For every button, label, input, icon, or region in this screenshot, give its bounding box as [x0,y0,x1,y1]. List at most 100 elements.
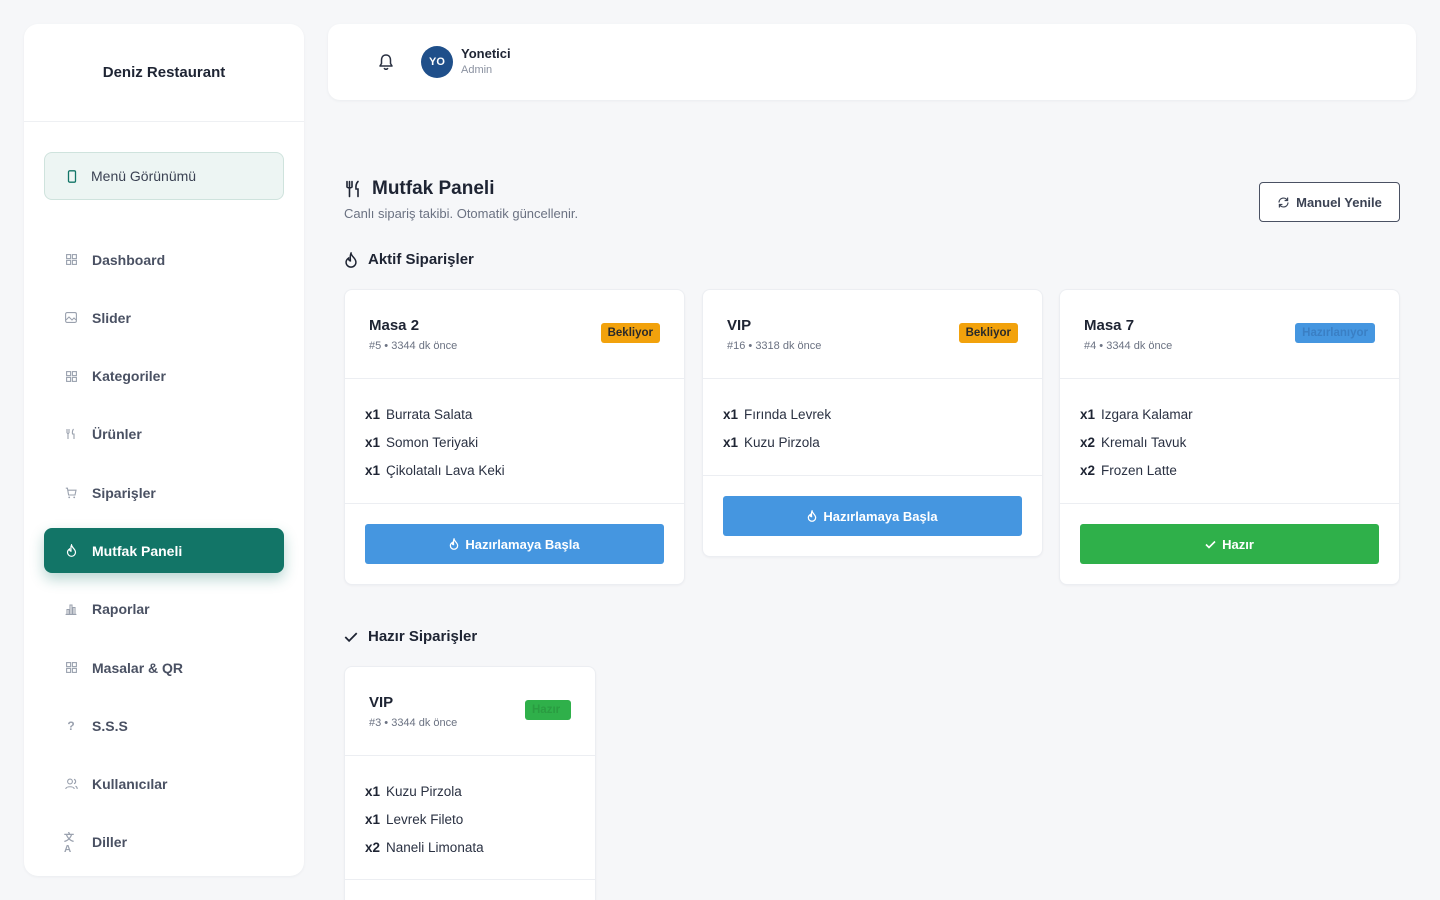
item-name: Frozen Latte [1101,462,1177,478]
question-icon: ? [67,718,75,733]
order-items: x1 Kuzu Pirzola x1 Levrek Fileto x2 Naneli … [345,756,595,861]
flame-icon [345,251,357,268]
order-item: x2 Naneli Limonata [365,833,575,861]
order-item: x2 Kremalı Tavuk [1080,428,1379,456]
action-label: Hazırlamaya Başla [823,508,938,524]
sidebar-item-masalar-qr[interactable]: Masalar & QR [44,645,284,690]
order-card: Masa 7 #4 • 3344 dk önce Hazırlanıyor x1… [1059,289,1400,585]
order-item: x1 Kuzu Pirzola [723,428,1022,456]
sidebar-item-kategoriler[interactable]: Kategoriler [44,354,284,399]
item-qty: x1 [723,406,739,422]
manual-refresh-button[interactable]: Manuel Yenile [1259,182,1400,222]
page-title: Mutfak Paneli [344,178,494,200]
sidebar-item-label: Slider [92,309,131,326]
item-name: Kremalı Tavuk [1101,434,1187,450]
order-meta: #5 • 3344 dk önce [369,340,458,352]
order-table-name: Masa 7 [1084,317,1135,334]
action-label: Hazır [1222,536,1254,552]
item-name: Levrek Fileto [386,811,464,827]
order-item: x1 Fırında Levrek [723,400,1022,428]
ready-button[interactable]: Hazır [1080,524,1379,564]
translate-icon: 文A [64,833,74,856]
sidebar-item-label: Mutfak Paneli [92,542,183,559]
user-role: Admin [461,64,493,76]
menu-view-label: Menü Görünümü [91,168,197,184]
brand-name: Deniz Restaurant [24,24,304,122]
order-card-footer: Hazır [1060,503,1399,584]
item-qty: x2 [365,839,381,855]
flame-icon [808,510,817,522]
sidebar: Deniz Restaurant Menü Görünümü Dashboard… [24,24,304,876]
sidebar-item-urunler[interactable]: Ürünler [44,412,284,457]
order-card: VIP #16 • 3318 dk önce Bekliyor x1 Fırınd… [702,289,1043,557]
action-label: Hazırlamaya Başla [465,536,580,552]
sidebar-item-label: Ürünler [92,426,142,443]
topbar: YO Yonetici Admin [328,24,1416,100]
sidebar-item-mutfak-paneli[interactable]: Mutfak Paneli [44,528,284,574]
sidebar-item-siparisler[interactable]: Siparişler [44,470,284,515]
grid-icon [64,661,78,675]
order-card-footer: Hazırlamaya Başla [345,503,684,584]
order-meta: #3 • 3344 dk önce [369,717,458,729]
item-name: Çikolatalı Lava Keki [386,462,505,478]
order-card-footer [345,879,595,900]
check-icon [1205,540,1216,549]
order-table-name: Masa 2 [369,317,420,334]
order-item: x1 Çikolatalı Lava Keki [365,456,664,484]
order-card-header: VIP #16 • 3318 dk önce Bekliyor [703,290,1042,379]
sidebar-item-label: Raporlar [92,601,150,618]
order-card-header: Masa 7 #4 • 3344 dk önce Hazırlanıyor [1060,290,1399,379]
item-qty: x2 [1080,462,1096,478]
sidebar-item-label: Kullanıcılar [92,776,168,793]
utensils-icon [346,180,359,198]
grid-icon [64,253,78,267]
start-preparing-button[interactable]: Hazırlamaya Başla [365,524,664,564]
sidebar-item-label: S.S.S [92,717,128,734]
sidebar-item-label: Kategoriler [92,368,166,385]
order-meta: #4 • 3344 dk önce [1084,340,1173,352]
check-icon [344,632,358,642]
menu-view-button[interactable]: Menü Görünümü [44,152,284,200]
item-qty: x2 [1080,434,1096,450]
item-qty: x1 [365,406,381,422]
sidebar-item-label: Siparişler [92,484,156,501]
order-card: Masa 2 #5 • 3344 dk önce Bekliyor x1 Burr… [344,289,685,585]
bell-icon[interactable] [376,52,396,72]
utensils-icon [64,427,78,441]
order-item: x1 Burrata Salata [365,400,664,428]
start-preparing-button[interactable]: Hazırlamaya Başla [723,496,1022,536]
order-item: x2 Frozen Latte [1080,456,1379,484]
flame-icon [450,538,459,550]
item-qty: x1 [365,783,381,799]
phone-icon [67,169,77,183]
order-item: x1 Somon Teriyaki [365,428,664,456]
active-orders-title: Aktif Siparişler [344,251,474,268]
order-item: x1 Izgara Kalamar [1080,400,1379,428]
page-title-text: Mutfak Paneli [372,178,495,199]
item-name: Izgara Kalamar [1101,406,1193,422]
item-name: Kuzu Pirzola [386,783,462,799]
image-icon [64,311,78,325]
order-card: VIP #3 • 3344 dk önce Hazır x1 Kuzu Pirzo… [344,666,596,900]
order-table-name: VIP [727,317,752,334]
ready-orders-title: Hazır Siparişler [344,628,477,645]
order-card-footer: Hazırlamaya Başla [703,475,1042,556]
item-name: Somon Teriyaki [386,434,479,450]
cart-icon [64,486,78,500]
avatar[interactable]: YO [421,46,453,78]
sidebar-item-kullanicilar[interactable]: Kullanıcılar [44,762,284,807]
sidebar-item-slider[interactable]: Slider [44,295,284,340]
sidebar-item-diller[interactable]: 文A Diller [44,820,284,865]
sidebar-item-label: Diller [92,834,128,851]
sidebar-item-dashboard[interactable]: Dashboard [44,237,284,282]
order-items: x1 Fırında Levrek x1 Kuzu Pirzola [703,379,1042,456]
bar-chart-icon [64,602,78,616]
status-badge: Hazır [525,700,571,720]
sidebar-item-raporlar[interactable]: Raporlar [44,587,284,632]
sidebar-nav: Dashboard Slider Kategoriler Ürünler Sip… [44,237,284,878]
order-item: x1 Levrek Fileto [365,805,575,833]
order-item: x1 Kuzu Pirzola [365,777,575,805]
page-subtitle: Canlı sipariş takibi. Otomatik güncellen… [344,206,579,221]
refresh-icon [1278,196,1289,208]
sidebar-item-sss[interactable]: ? S.S.S [44,703,284,748]
